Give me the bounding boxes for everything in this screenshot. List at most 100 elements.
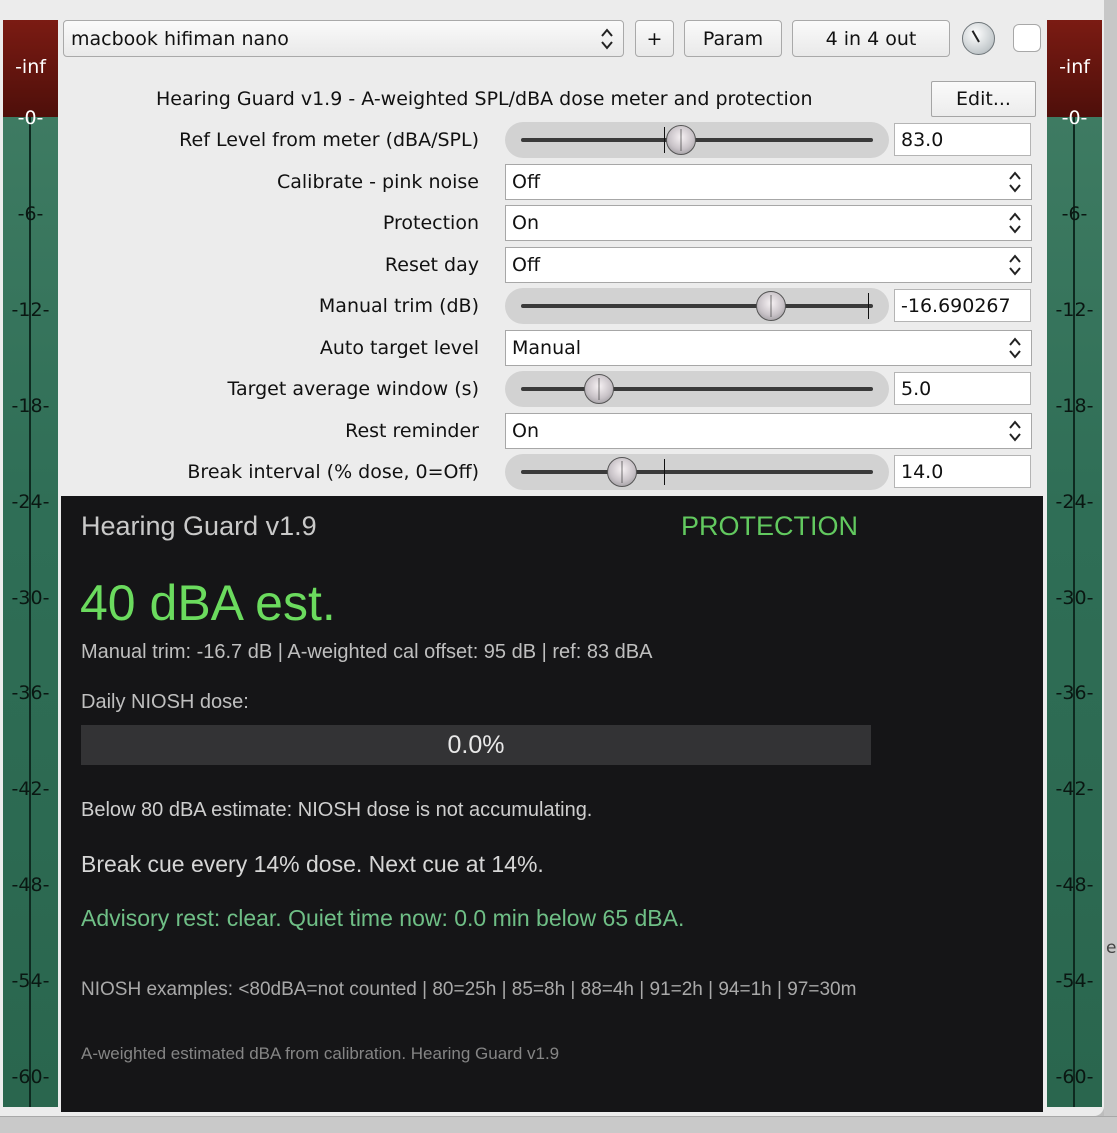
meter-tick-label: -42-	[1055, 778, 1094, 801]
meter-tick-label: -12-	[11, 298, 50, 321]
meter-tick-label: -60-	[11, 1066, 50, 1088]
break-cue-text: Break cue every 14% dose. Next cue at 14…	[81, 851, 544, 877]
display-title: Hearing Guard v1.9	[81, 511, 317, 541]
add-fx-label: +	[646, 27, 663, 50]
param-select-value: On	[512, 212, 539, 234]
niosh-examples-text: NIOSH examples: <80dBA=not counted | 80=…	[81, 979, 857, 1000]
param-label: Ref Level from meter (dBA/SPL)	[179, 129, 479, 151]
meter-tick-label: -42-	[11, 778, 50, 801]
slider-line	[521, 138, 873, 142]
slider-default-marker	[867, 293, 869, 319]
edit-button[interactable]: Edit...	[931, 81, 1036, 117]
param-value-field[interactable]: -16.690267	[894, 289, 1031, 322]
meter-tick-label: -6-	[17, 202, 44, 225]
meter-tick-label: -6-	[1061, 202, 1088, 225]
edit-button-label: Edit...	[956, 88, 1011, 110]
slider-thumb[interactable]	[755, 291, 786, 321]
param-value-field[interactable]: 83.0	[894, 123, 1031, 156]
param-select-value: Off	[512, 170, 541, 193]
meter-tick-label: -24-	[1055, 490, 1094, 513]
input-meter-center-line	[29, 117, 31, 1107]
slider-thumb[interactable]	[666, 125, 697, 155]
param-select[interactable]: On	[505, 205, 1032, 241]
meter-tick-label: -0-	[1061, 107, 1088, 129]
param-label: Calibrate - pink noise	[276, 170, 479, 193]
dba-reading: 40 dBA est.	[80, 575, 336, 631]
param-value-field[interactable]: 14.0	[894, 455, 1031, 488]
param-value-field[interactable]: 5.0	[894, 372, 1031, 405]
param-button[interactable]: Param	[684, 20, 782, 57]
meter-tick-label: -30-	[11, 586, 50, 609]
dose-label: Daily NIOSH dose:	[81, 691, 249, 713]
param-button-label: Param	[702, 27, 764, 50]
input-peak-label: -inf	[15, 56, 46, 78]
output-peak-indicator[interactable]: -inf	[1047, 20, 1102, 117]
param-select-value: Manual	[512, 336, 582, 359]
chevron-updown-icon	[1009, 419, 1021, 442]
param-slider[interactable]	[505, 122, 889, 158]
meter-tick-label: -60-	[1055, 1066, 1094, 1088]
param-select-value: Off	[512, 253, 541, 276]
background-window-strip	[0, 1116, 1117, 1133]
param-label: Break interval (% dose, 0=Off)	[187, 461, 479, 483]
slider-default-marker	[663, 127, 665, 153]
meter-tick-label: -12-	[1055, 298, 1094, 321]
param-slider[interactable]	[505, 371, 889, 407]
param-label: Reset day	[384, 253, 479, 276]
meter-tick-label: -48-	[1055, 874, 1094, 897]
plugin-display: Hearing Guard v1.9 PROTECTION 40 dBA est…	[61, 496, 1043, 1112]
meter-tick-label: -54-	[1055, 970, 1094, 993]
slider-line	[521, 304, 873, 308]
fx-chain-select[interactable]: macbook hifiman nano	[63, 20, 624, 57]
fx-window: -inf -0- -6- -12- -18- -24- -30- -36- -42- -48- -…	[0, 0, 1104, 1116]
io-routing-label: 4 in 4 out	[825, 27, 917, 50]
param-slider[interactable]	[505, 288, 889, 324]
advisory-rest-text: Advisory rest: clear. Quiet time now: 0.…	[81, 905, 685, 931]
chevron-updown-icon	[1009, 212, 1021, 234]
param-slider[interactable]	[505, 454, 889, 490]
chevron-updown-icon	[1009, 253, 1021, 276]
output-meter-center-line	[1073, 117, 1075, 1107]
background-window-glyph: e	[1106, 938, 1117, 958]
param-select[interactable]: Off	[505, 246, 1032, 283]
meter-tick-label: -30-	[1055, 586, 1094, 609]
param-label: Manual trim (dB)	[318, 295, 479, 317]
meter-tick-label: -18-	[1055, 394, 1094, 417]
param-label: Protection	[382, 212, 479, 234]
input-meter: -inf -0- -6- -12- -18- -24- -30- -36- -42- -48- -…	[3, 20, 58, 1107]
plugin-title: Hearing Guard v1.9 - A-weighted SPL/dBA …	[156, 88, 813, 110]
param-label: Auto target level	[319, 336, 479, 359]
chevron-updown-icon	[1009, 336, 1021, 359]
display-footer: A-weighted estimated dBA from calibratio…	[81, 1044, 560, 1063]
param-select[interactable]: Off	[505, 163, 1032, 200]
dose-progress-bar: 0.0%	[81, 725, 871, 765]
dose-status-text: Below 80 dBA estimate: NIOSH dose is not…	[81, 799, 593, 821]
bypass-checkbox[interactable]	[1013, 24, 1041, 52]
meter-tick-label: -0-	[17, 107, 44, 129]
param-label: Rest reminder	[345, 419, 479, 442]
dose-value: 0.0%	[447, 731, 505, 759]
slider-line	[521, 387, 873, 391]
param-label: Target average window (s)	[227, 378, 480, 400]
meter-tick-label: -48-	[11, 874, 50, 897]
meter-tick-label: -36-	[1055, 682, 1094, 705]
fx-chain-select-value: macbook hifiman nano	[71, 27, 289, 50]
chevron-updown-icon	[601, 28, 613, 50]
slider-thumb[interactable]	[584, 374, 615, 404]
protection-status: PROTECTION	[681, 511, 859, 541]
chevron-updown-icon	[1009, 170, 1021, 193]
background-window-edge: e	[1104, 0, 1117, 1116]
add-fx-button[interactable]: +	[635, 20, 674, 57]
slider-line	[521, 470, 873, 474]
meter-tick-label: -24-	[11, 490, 50, 513]
slider-default-marker	[663, 459, 665, 485]
meter-tick-label: -18-	[11, 394, 50, 417]
slider-thumb[interactable]	[607, 457, 638, 487]
param-select[interactable]: On	[505, 412, 1032, 449]
output-peak-label: -inf	[1059, 56, 1090, 78]
input-peak-indicator[interactable]: -inf	[3, 20, 58, 117]
meter-tick-label: -36-	[11, 682, 50, 705]
param-select[interactable]: Manual	[505, 329, 1032, 366]
output-meter: -inf -0- -6- -12- -18- -24- -30- -36- -42- -48- -…	[1047, 20, 1102, 1107]
io-routing-button[interactable]: 4 in 4 out	[792, 20, 950, 57]
